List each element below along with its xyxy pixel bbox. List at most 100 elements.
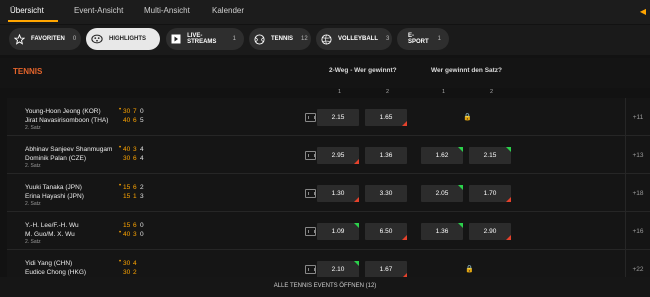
player-1-set: 6: [133, 222, 137, 229]
player-2-points: 40: [123, 231, 131, 238]
odds-button[interactable]: 2.15: [317, 109, 359, 126]
odds-button[interactable]: 2.95: [317, 147, 359, 164]
statistics-icon[interactable]: [305, 151, 316, 160]
statistics-icon[interactable]: [305, 227, 316, 236]
set-odds-button[interactable]: 2.90: [469, 223, 511, 240]
player-2-set: 5: [140, 117, 144, 124]
odds-value: 1.70: [483, 190, 497, 197]
match-players: Abhinav Sanjeev Shanmugam Dominik Palan …: [25, 145, 112, 163]
match-row[interactable]: Yuuki Tanaka (JPN) Erina Hayashi (JPN) 2…: [7, 174, 650, 212]
filter-live-streams[interactable]: LIVE-STREAMS 1: [166, 28, 244, 50]
serve-indicator-icon: •: [119, 107, 122, 113]
match-row[interactable]: Abhinav Sanjeev Shanmugam Dominik Palan …: [7, 136, 650, 174]
player-2-set: 6: [133, 155, 137, 162]
sport-filter-bar: FAVORITEN 0 HIGHLIGHTS LIVE-STREAMS 1 TE…: [0, 25, 650, 55]
highlights-icon: [91, 33, 103, 45]
set-odds-button[interactable]: 1.62: [421, 147, 463, 164]
tab-kalender[interactable]: Kalender: [212, 6, 244, 15]
more-markets-button[interactable]: +11: [625, 98, 650, 136]
more-markets-button[interactable]: +18: [625, 174, 650, 212]
odds-value: 1.36: [435, 228, 449, 235]
match-row[interactable]: Young-Hoon Jeong (KOR) Jirat Navasirisom…: [7, 98, 650, 136]
odds-button[interactable]: 1.65: [365, 109, 407, 126]
odds-up-indicator-icon: [506, 147, 511, 152]
lock-icon: 🔒: [463, 114, 472, 121]
odds-up-indicator-icon: [458, 223, 463, 228]
odds-button[interactable]: 3.30: [365, 185, 407, 202]
open-all-tennis-events-link[interactable]: ALLE TENNIS EVENTS ÖFFNEN (12): [0, 277, 650, 297]
player-1-set: 6: [133, 184, 137, 191]
market-header-set-winner: Wer gewinnt den Satz?: [431, 67, 503, 74]
player-2-set: 6: [133, 117, 137, 124]
game-score: 15 40: [123, 221, 130, 239]
more-markets-button[interactable]: +13: [625, 136, 650, 174]
more-markets-button[interactable]: +16: [625, 212, 650, 250]
filter-count: 0: [72, 36, 77, 42]
match-period: 2. Satz: [25, 239, 41, 245]
set-score-2: 0 0: [140, 221, 144, 239]
odds-down-indicator-icon: [402, 235, 407, 240]
play-icon: [171, 33, 181, 45]
filter-tennis[interactable]: TENNIS 12: [249, 28, 311, 50]
player-1-set: 2: [140, 184, 144, 191]
set-odds-button[interactable]: 1.36: [421, 223, 463, 240]
filter-volleyball[interactable]: VOLLEYBALL 3: [316, 28, 392, 50]
filter-e-sport[interactable]: E-SPORT 1: [397, 28, 449, 50]
set-score-2: 0 5: [140, 107, 144, 125]
set-score-2: 2 3: [140, 183, 144, 201]
odds-button[interactable]: 1.36: [365, 147, 407, 164]
tab-multi-ansicht[interactable]: Multi-Ansicht: [144, 6, 190, 15]
match-players: Young-Hoon Jeong (KOR) Jirat Navasirisom…: [25, 107, 108, 125]
filter-label: HIGHLIGHTS: [109, 36, 146, 42]
odds-value: 1.30: [331, 190, 345, 197]
player-1-points: 15: [123, 184, 131, 191]
odds-value: 6.50: [379, 228, 393, 235]
statistics-icon[interactable]: [305, 189, 316, 198]
player-1-set: 7: [133, 108, 137, 115]
serve-indicator-icon: •: [119, 145, 122, 151]
player-2-set: 3: [133, 231, 137, 238]
collapse-arrow-icon[interactable]: ◀: [640, 7, 646, 16]
filter-highlights[interactable]: HIGHLIGHTS: [86, 28, 160, 50]
odds-up-indicator-icon: [354, 223, 359, 228]
odds-button[interactable]: 1.09: [317, 223, 359, 240]
player-1-set: 0: [140, 222, 144, 229]
player-2-set: 1: [133, 193, 137, 200]
match-players: Yidi Yang (CHN) Eudice Chong (HKG): [25, 259, 86, 277]
player-1-points: 30: [123, 108, 131, 115]
odds-button[interactable]: 2.10: [317, 261, 359, 278]
filter-favoriten[interactable]: FAVORITEN 0: [9, 28, 81, 50]
column-header-1: 1: [442, 89, 446, 95]
set-odds-button[interactable]: 2.05: [421, 185, 463, 202]
lock-icon: 🔒: [465, 266, 474, 273]
odds-button[interactable]: 1.30: [317, 185, 359, 202]
market-header-2way: 2-Weg - Wer gewinnt?: [329, 67, 397, 74]
statistics-icon[interactable]: [305, 265, 316, 274]
player-1-points: 30: [123, 260, 131, 267]
filter-label: E-SPORT: [408, 33, 429, 45]
odds-button[interactable]: 1.67: [365, 261, 407, 278]
odds-value: 1.65: [379, 114, 393, 121]
player-1-name: Young-Hoon Jeong (KOR): [25, 108, 101, 115]
player-2-points: 40: [123, 117, 131, 124]
game-score: 40 30: [123, 145, 130, 163]
statistics-icon[interactable]: [305, 113, 316, 122]
set-score-1: 7 6: [133, 107, 137, 125]
star-icon: [14, 33, 25, 45]
player-1-name: Abhinav Sanjeev Shanmugam: [25, 146, 113, 153]
tab-uebersicht[interactable]: Übersicht: [10, 6, 44, 15]
set-odds-button[interactable]: 2.15: [469, 147, 511, 164]
volleyball-icon: [321, 33, 332, 45]
set-odds-button[interactable]: 1.70: [469, 185, 511, 202]
filter-count: 1: [437, 36, 441, 42]
match-row[interactable]: Y.-H. Lee/F.-H. Wu M. Guo/M. X. Wu 2. Sa…: [7, 212, 650, 250]
odds-value: 1.09: [331, 228, 345, 235]
column-header-1: 1: [338, 89, 342, 95]
tab-event-ansicht[interactable]: Event-Ansicht: [74, 6, 123, 15]
odds-value: 3.30: [379, 190, 393, 197]
odds-button[interactable]: 6.50: [365, 223, 407, 240]
player-1-name: Y.-H. Lee/F.-H. Wu: [25, 222, 79, 229]
set-score-1: 3 6: [133, 145, 137, 163]
tennis-ball-icon: [254, 33, 265, 45]
filter-label: VOLLEYBALL: [338, 36, 378, 42]
